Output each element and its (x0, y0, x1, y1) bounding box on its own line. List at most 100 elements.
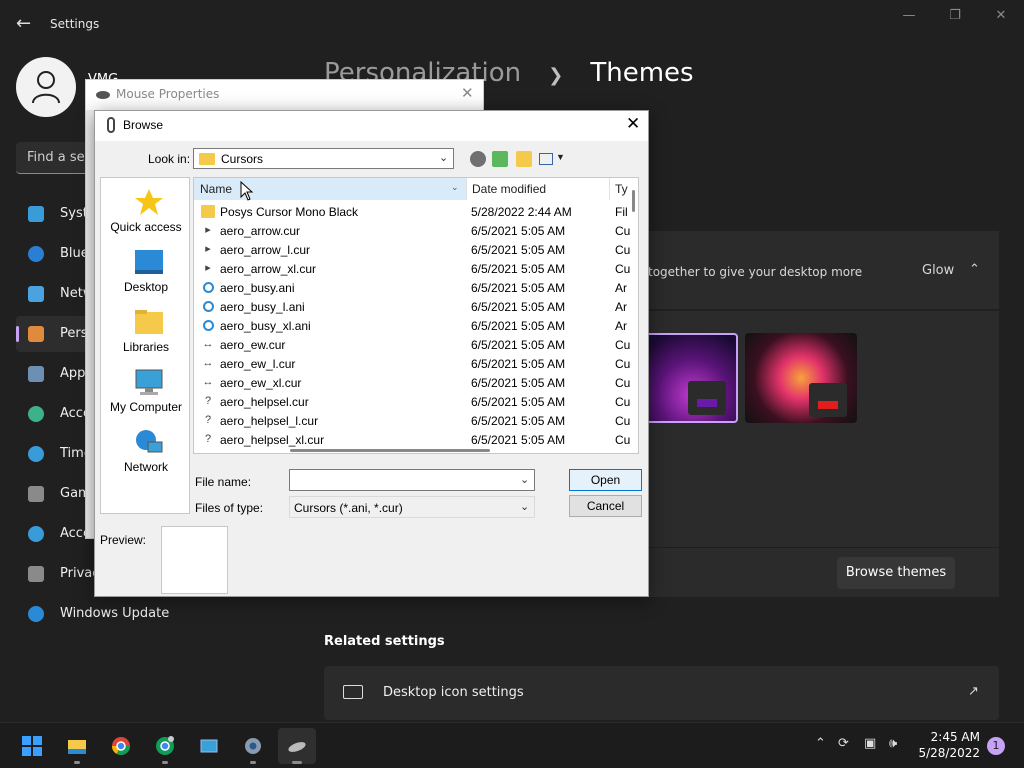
theme-thumbnail-flow[interactable] (745, 333, 857, 423)
taskbar-settings[interactable] (234, 728, 272, 764)
user-icon (32, 71, 60, 104)
taskbar: ⌃ ⟳ ▣ 🕪 2:45 AM 5/28/2022 1 (0, 722, 1024, 768)
place-desktop[interactable]: Desktop (101, 242, 191, 302)
file-type: Cu (615, 338, 631, 352)
avatar[interactable] (16, 57, 76, 117)
file-row[interactable]: aero_busy.ani 6/5/2021 5:05 AM Ar (194, 278, 638, 297)
file-row[interactable]: ↔ aero_ew_l.cur 6/5/2021 5:05 AM Cu (194, 354, 638, 373)
chevron-down-icon[interactable]: ⌄ (451, 182, 459, 193)
apps-icon (28, 366, 44, 382)
browse-themes-button[interactable]: Browse themes (837, 557, 955, 589)
chevron-up-icon[interactable]: ⌃ (969, 262, 980, 277)
notification-badge[interactable]: 1 (987, 737, 1005, 755)
file-row[interactable]: ? aero_helpsel.cur 6/5/2021 5:05 AM Cu (194, 392, 638, 411)
column-date-modified[interactable]: Date modified (472, 182, 546, 196)
file-type: Ar (615, 300, 627, 314)
start-button[interactable] (13, 728, 51, 764)
file-row[interactable]: ▸ aero_arrow_l.cur 6/5/2021 5:05 AM Cu (194, 240, 638, 259)
column-type[interactable]: Ty (615, 182, 628, 196)
taskbar-file-explorer[interactable] (58, 728, 96, 764)
desktop-icon (135, 250, 163, 274)
file-row[interactable]: aero_busy_l.ani 6/5/2021 5:05 AM Ar (194, 297, 638, 316)
file-type: Fil (615, 205, 628, 219)
help-icon: ? (204, 433, 212, 445)
column-divider[interactable] (609, 178, 610, 200)
close-icon[interactable]: ✕ (461, 84, 474, 102)
file-date-modified: 6/5/2021 5:05 AM (471, 433, 566, 447)
chrome-icon (112, 737, 130, 756)
folder-icon (201, 205, 215, 218)
card-description: together to give your desktop more (648, 265, 863, 279)
volume-icon[interactable]: 🕪 (889, 736, 897, 751)
star-icon (135, 189, 163, 215)
place-libraries[interactable]: Libraries (101, 302, 191, 362)
taskbar-app[interactable] (190, 728, 228, 764)
open-button[interactable]: Open (569, 469, 642, 491)
look-in-label: Look in: (148, 152, 191, 166)
taskbar-mouse-properties[interactable] (278, 728, 316, 764)
file-row[interactable]: Posys Cursor Mono Black 5/28/2022 2:44 AM… (194, 202, 638, 221)
file-row[interactable]: aero_busy_xl.ani 6/5/2021 5:05 AM Ar (194, 316, 638, 335)
title-bar[interactable]: Browse ✕ (95, 111, 648, 141)
place-my-computer[interactable]: My Computer (101, 362, 191, 422)
desktop-icon-settings-link[interactable]: Desktop icon settings ↗ (324, 666, 999, 720)
place-network[interactable]: Network (101, 422, 191, 482)
file-name: aero_helpsel_l.cur (220, 414, 319, 428)
sidebar-item-windows-update[interactable]: Windows Update (16, 596, 306, 632)
file-name-input[interactable]: ⌄ (289, 469, 535, 491)
title-bar[interactable]: Mouse Properties ✕ (86, 80, 483, 110)
file-date-modified: 6/5/2021 5:05 AM (471, 357, 566, 371)
theme-preview-window (688, 381, 726, 415)
taskbar-chrome-profile[interactable] (146, 728, 184, 764)
file-type: Cu (615, 376, 631, 390)
clock[interactable]: 2:45 AM 5/28/2022 (918, 729, 980, 761)
sync-icon[interactable]: ⟳ (838, 736, 849, 751)
column-divider[interactable] (466, 178, 467, 200)
view-menu-icon[interactable]: ▼ (539, 151, 565, 167)
file-list: ⌃ Name ⌄ Date modified Ty Posys Cursor M… (193, 177, 639, 454)
arrow-icon: ▸ (205, 224, 211, 236)
network-icon (136, 430, 163, 453)
chevron-up-icon[interactable]: ⌃ (815, 736, 826, 751)
file-row[interactable]: ▸ aero_arrow_xl.cur 6/5/2021 5:05 AM Cu (194, 259, 638, 278)
section-title: Related settings (324, 634, 445, 649)
current-theme-card[interactable]: together to give your desktop more Glow … (604, 231, 999, 309)
file-type: Ar (615, 319, 627, 333)
place-label: Network (123, 460, 168, 474)
monitor-icon (28, 206, 44, 222)
file-row[interactable]: ? aero_helpsel_l.cur 6/5/2021 5:05 AM Cu (194, 411, 638, 430)
computer-icon (135, 369, 163, 395)
back-icon[interactable] (470, 151, 486, 167)
file-date-modified: 6/5/2021 5:05 AM (471, 414, 566, 428)
network-icon[interactable]: ▣ (864, 736, 876, 751)
close-icon[interactable]: ✕ (626, 114, 640, 134)
column-name[interactable]: Name (200, 182, 232, 196)
close-button[interactable]: ✕ (986, 6, 1016, 26)
file-name: aero_arrow.cur (220, 224, 301, 238)
theme-gallery: Browse themes (604, 311, 999, 597)
file-row[interactable]: ▸ aero_arrow.cur 6/5/2021 5:05 AM Cu (194, 221, 638, 240)
monitor-icon (343, 685, 363, 699)
place-label: Libraries (122, 340, 170, 354)
back-arrow-icon[interactable]: ← (16, 14, 36, 34)
vertical-scrollbar[interactable] (632, 190, 635, 212)
brush-icon (28, 326, 44, 342)
file-name: aero_helpsel.cur (220, 395, 309, 409)
running-indicator (162, 761, 168, 764)
chevron-down-icon: ⌄ (520, 501, 530, 513)
cancel-button[interactable]: Cancel (569, 495, 642, 517)
horizontal-scrollbar[interactable] (290, 449, 490, 452)
files-of-type-dropdown[interactable]: Cursors (*.ani, *.cur) ⌄ (289, 496, 535, 518)
chevron-down-icon[interactable]: ⌄ (520, 473, 529, 486)
file-row[interactable]: ↔ aero_ew.cur 6/5/2021 5:05 AM Cu (194, 335, 638, 354)
arrow-icon: ▸ (205, 262, 211, 274)
file-row[interactable]: ? aero_helpsel_xl.cur 6/5/2021 5:05 AM Cu (194, 430, 638, 449)
new-folder-icon[interactable] (516, 151, 532, 167)
maximize-button[interactable]: ❐ (940, 6, 970, 26)
look-in-dropdown[interactable]: Cursors ⌄ (193, 148, 454, 169)
file-row[interactable]: ↔ aero_ew_xl.cur 6/5/2021 5:05 AM Cu (194, 373, 638, 392)
place-quick-access[interactable]: Quick access (101, 182, 191, 242)
minimize-button[interactable]: — (894, 6, 924, 26)
taskbar-chrome[interactable] (102, 728, 140, 764)
up-folder-icon[interactable] (492, 151, 508, 167)
